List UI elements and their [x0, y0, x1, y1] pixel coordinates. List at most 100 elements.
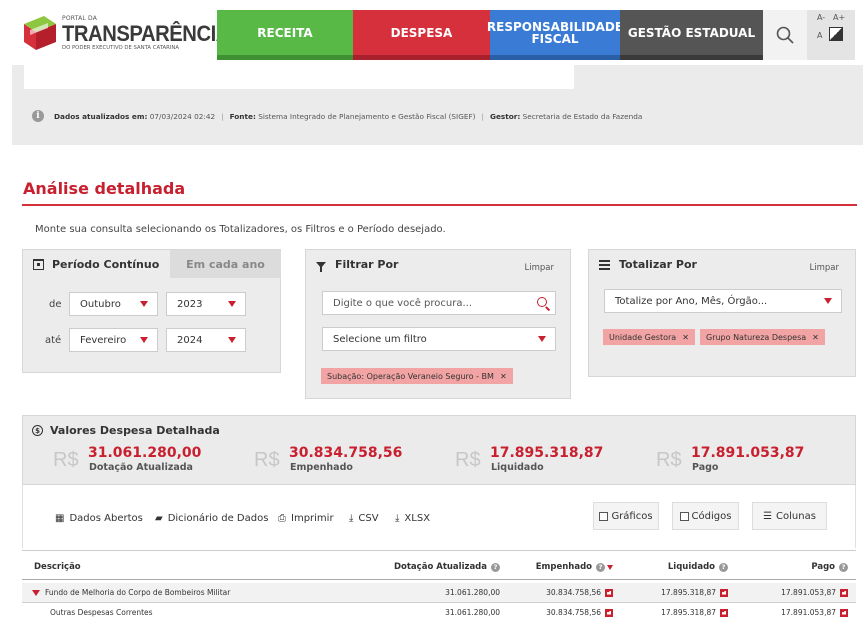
col-pago[interactable]: Pago ? [811, 562, 848, 572]
valores-header: $ Valores Despesa Detalhada [32, 424, 220, 437]
currency-symbol: R$ [656, 449, 682, 471]
de-year-select[interactable]: 2023 [166, 292, 246, 316]
totalizar-title: Totalizar Por [619, 258, 697, 271]
chevron-down-icon [228, 337, 236, 343]
filtrar-limpar-link[interactable]: Limpar [525, 263, 554, 273]
imprimir-button[interactable]: ⎙ Imprimir [278, 513, 334, 524]
external-link-icon[interactable] [720, 588, 728, 597]
row-descricao: Outras Despesas Correntes [50, 608, 153, 617]
table-row[interactable]: Outras Despesas Correntes 31.061.280,00 … [22, 603, 856, 621]
ate-month-select[interactable]: Fevereiro [69, 328, 158, 352]
row-descricao-text: Fundo de Melhoria do Corpo de Bombeiros … [45, 588, 231, 597]
graficos-checkbox[interactable] [599, 511, 609, 521]
row-pago: 17.891.053,87 [781, 588, 848, 597]
external-link-icon[interactable] [605, 608, 613, 617]
col-descricao[interactable]: Descrição [34, 562, 81, 572]
help-icon[interactable]: ? [839, 562, 848, 572]
external-link-icon[interactable] [720, 608, 728, 617]
filter-select[interactable]: Selecione um filtro [322, 327, 556, 351]
fonte-value: Sistema Integrado de Planejamento e Gest… [258, 111, 476, 121]
chevron-down-icon [824, 298, 832, 304]
search-icon[interactable] [537, 297, 547, 307]
filter-chip[interactable]: Subação: Operação Veraneio Seguro - BM ✕ [321, 368, 513, 384]
colunas-button[interactable]: ☰ Colunas [752, 502, 827, 530]
close-icon[interactable]: ✕ [682, 333, 689, 342]
search-button[interactable] [763, 10, 807, 60]
breadcrumb-area [24, 65, 574, 89]
de-month-value: Outubro [80, 298, 121, 310]
table-toolbar: ▦ Dados Abertos ▰ Dicionário de Dados ⎙ … [22, 485, 856, 548]
nav-despesa[interactable]: DESPESA [353, 10, 490, 60]
chevron-down-icon [538, 336, 546, 342]
row-empenhado-value: 30.834.758,56 [546, 608, 601, 617]
filter-chip-label: Subação: Operação Veraneio Seguro - BM [327, 371, 494, 381]
de-month-select[interactable]: Outubro [69, 292, 158, 316]
ate-year-select[interactable]: 2024 [166, 328, 246, 352]
external-link-icon[interactable] [840, 608, 848, 617]
filter-search-placeholder: Digite o que você procura... [333, 297, 473, 309]
totalizar-select-value: Totalize por Ano, Mês, Órgão... [615, 295, 768, 307]
filtrar-panel: Filtrar Por Limpar Digite o que você pro… [305, 249, 571, 399]
valor-dotacao-label: Dotação Atualizada [89, 462, 193, 473]
tab-periodo-continuo[interactable]: Período Contínuo [23, 250, 170, 278]
download-icon: ⤓ [395, 513, 400, 524]
portal-logo[interactable]: PORTAL DA TRANSPARÊNCIA DO PODER EXECUTI… [22, 10, 230, 56]
close-icon[interactable]: ✕ [812, 333, 819, 342]
row-dotacao: 31.061.280,00 [445, 608, 500, 617]
csv-download[interactable]: ⤓ CSV [349, 513, 379, 524]
nav-gestao-estadual[interactable]: GESTÃO ESTADUAL [620, 10, 763, 60]
totalizar-panel: Totalizar Por Limpar Totalize por Ano, M… [588, 249, 856, 377]
valor-pago-label: Pago [692, 462, 719, 473]
filtrar-title: Filtrar Por [335, 258, 399, 271]
nav-responsabilidade-fiscal[interactable]: RESPONSABILIDADE FISCAL [487, 10, 623, 60]
contrast-toggle-icon[interactable] [829, 27, 843, 41]
page: PORTAL DA TRANSPARÊNCIA DO PODER EXECUTI… [0, 0, 863, 621]
nav-receita[interactable]: RECEITA [217, 10, 353, 60]
tab-em-cada-ano[interactable]: Em cada ano [170, 250, 281, 278]
gestor-value: Secretaria de Estado da Fazenda [522, 111, 643, 121]
graficos-label: Gráficos [611, 510, 653, 522]
info-icon: i [32, 110, 44, 122]
row-liquidado-value: 17.895.318,87 [661, 608, 716, 617]
book-icon: ▰ [155, 513, 163, 524]
help-icon[interactable]: ? [491, 562, 500, 572]
col-dotacao-label: Dotação Atualizada [393, 562, 487, 572]
title-divider [22, 204, 857, 206]
close-icon[interactable]: ✕ [500, 372, 507, 381]
help-icon[interactable]: ? [719, 562, 728, 572]
totalizar-select[interactable]: Totalize por Ano, Mês, Órgão... [604, 289, 842, 313]
filter-icon [316, 261, 326, 272]
totalizar-chip[interactable]: Grupo Natureza Despesa ✕ [700, 329, 825, 345]
graficos-toggle[interactable]: Gráficos [593, 502, 659, 530]
help-icon[interactable]: ? [596, 562, 605, 572]
valor-empenhado-value: 30.834.758,56 [289, 445, 403, 461]
dados-abertos-label: Dados Abertos [69, 513, 143, 524]
dicionario-link[interactable]: ▰ Dicionário de Dados [155, 513, 268, 524]
xlsx-download[interactable]: ⤓ XLSX [395, 513, 430, 524]
dados-abertos-link[interactable]: ▦ Dados Abertos [55, 513, 143, 524]
csv-label: CSV [358, 513, 379, 524]
external-link-icon[interactable] [605, 588, 613, 597]
codigos-checkbox[interactable] [679, 511, 689, 521]
col-liquidado[interactable]: Liquidado ? [668, 562, 728, 572]
currency-symbol: R$ [254, 449, 280, 471]
sort-desc-icon[interactable] [607, 564, 613, 570]
totalizar-chip-label: Unidade Gestora [609, 332, 677, 342]
totalizar-limpar-link[interactable]: Limpar [810, 263, 839, 273]
codigos-toggle[interactable]: Códigos [672, 502, 739, 530]
external-link-icon[interactable] [840, 588, 848, 597]
table-row[interactable]: Fundo de Melhoria do Corpo de Bombeiros … [22, 583, 856, 603]
search-icon [776, 26, 794, 44]
updated-value: 07/03/2024 02:42 [149, 111, 216, 121]
col-dotacao[interactable]: Dotação Atualizada ? [394, 562, 500, 572]
totalizar-chip[interactable]: Unidade Gestora ✕ [603, 329, 695, 345]
col-empenhado[interactable]: Empenhado ? [536, 562, 613, 572]
col-empenhado-label: Empenhado [535, 562, 592, 572]
expand-icon[interactable] [32, 589, 40, 596]
row-descricao[interactable]: Fundo de Melhoria do Corpo de Bombeiros … [32, 588, 230, 597]
col-pago-label: Pago [811, 562, 835, 572]
font-increase-button[interactable]: A+ [833, 13, 845, 22]
columns-icon: ☰ [763, 510, 773, 522]
filter-search-input[interactable]: Digite o que você procura... [322, 291, 556, 315]
font-decrease-button[interactable]: A- [817, 13, 825, 22]
